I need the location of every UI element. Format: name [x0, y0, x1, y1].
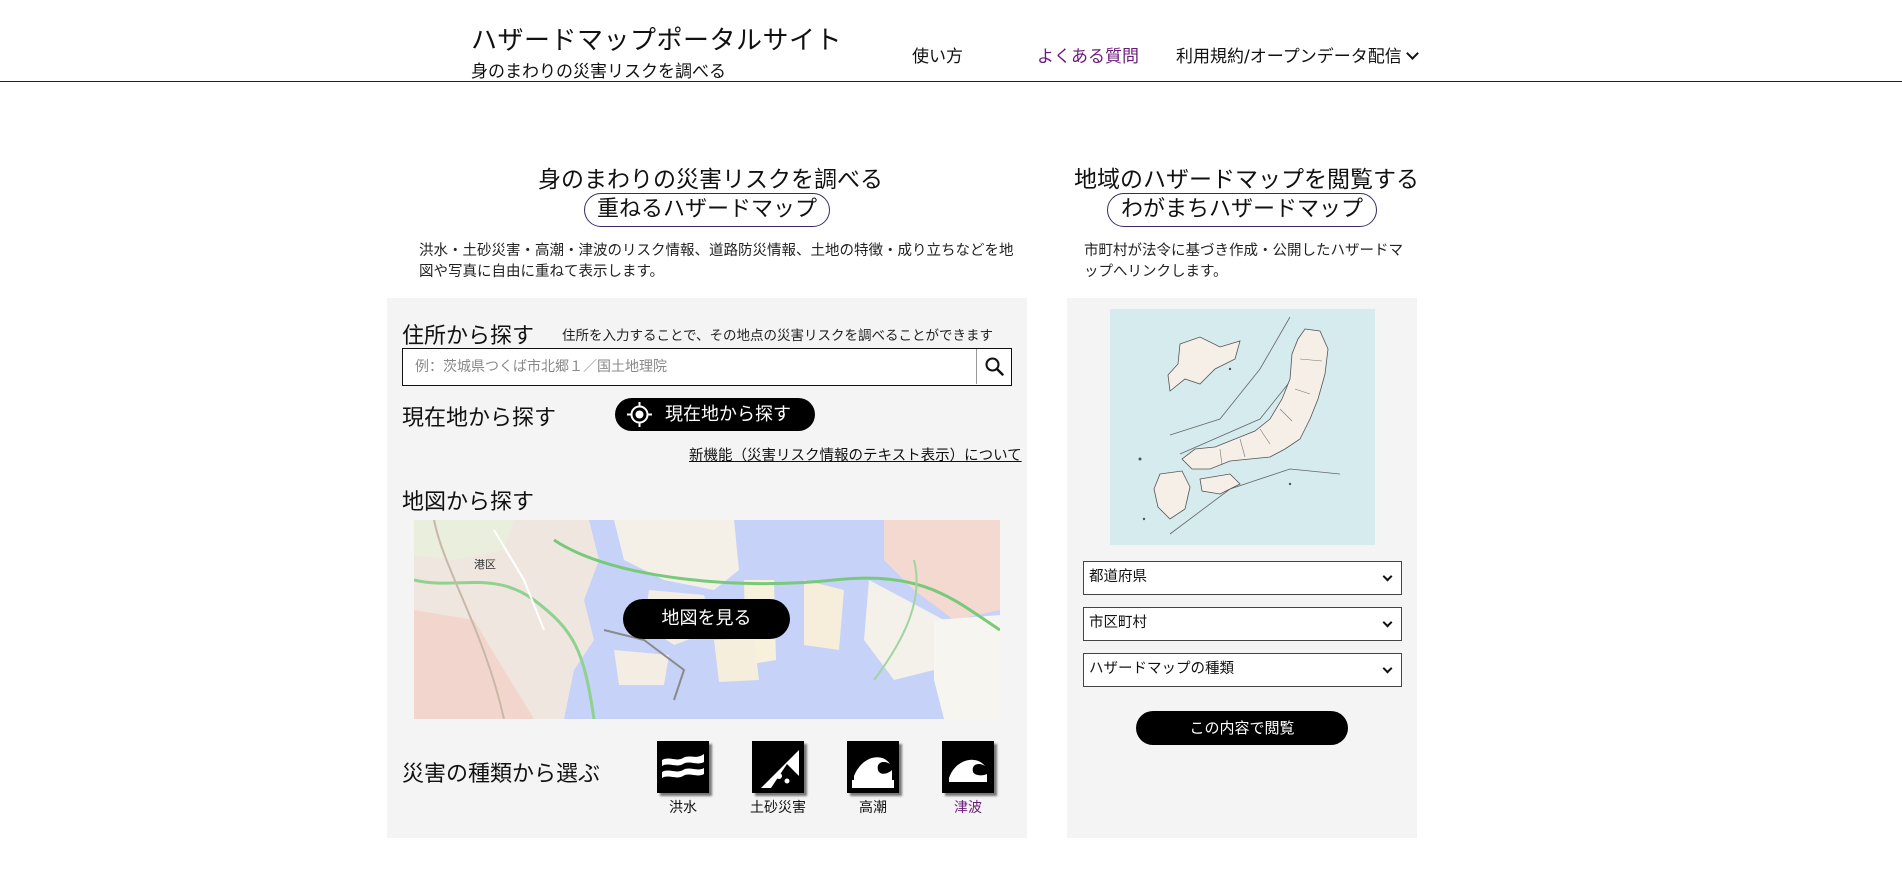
- hazard-storm-surge-label: 高潮: [859, 800, 887, 816]
- kasaneru-hazard-map-title[interactable]: 重ねるハザードマップ: [584, 193, 830, 227]
- left-description-line: 洪水・土砂災害・高潮・津波のリスク情報、道路防災情報、土地の特徴・成り立ちなどを…: [419, 243, 1014, 259]
- right-description-line: ップへリンクします。: [1084, 264, 1228, 280]
- chevron-down-icon: [1405, 47, 1419, 60]
- left-heading: 身のまわりの災害リスクを調べる: [538, 167, 883, 193]
- prefecture-select-value: 都道府県: [1089, 569, 1147, 585]
- hazard-tsunami-label: 津波: [954, 800, 982, 816]
- new-feature-link[interactable]: 新機能（災害リスク情報のテキスト表示）について: [689, 444, 1022, 465]
- left-description: 洪水・土砂災害・高潮・津波のリスク情報、道路防災情報、土地の特徴・成り立ちなどを…: [419, 241, 1014, 283]
- address-search-label: 住所から探す: [402, 324, 535, 349]
- address-search-hint: 住所を入力することで、その地点の災害リスクを調べることができます: [562, 328, 994, 344]
- view-map-button[interactable]: 地図を見る: [623, 599, 790, 639]
- current-location-button-label: 現在地から探す: [665, 404, 791, 425]
- current-location-label: 現在地から探す: [402, 406, 557, 431]
- address-search-box: [402, 348, 1012, 386]
- chevron-down-icon: [1382, 617, 1393, 628]
- nav-terms-label: 利用規約/オープンデータ配信: [1176, 47, 1402, 67]
- big-wave-icon: [852, 746, 894, 788]
- right-description: 市町村が法令に基づき作成・公開したハザードマ ップへリンクします。: [1084, 241, 1403, 283]
- left-description-line: 図や写真に自由に重ねて表示します。: [419, 264, 665, 280]
- address-search-input[interactable]: [403, 349, 977, 384]
- hazard-storm-surge[interactable]: 高潮: [843, 741, 903, 817]
- right-description-line: 市町村が法令に基づき作成・公開したハザードマ: [1084, 243, 1403, 259]
- site-title[interactable]: ハザードマップポータルサイト: [471, 20, 842, 57]
- tsunami-wave-icon: [947, 746, 989, 788]
- hazard-landslide[interactable]: 土砂災害: [748, 741, 808, 817]
- hazard-landslide-tile: [752, 741, 804, 793]
- hazard-type-label: 災害の種類から選ぶ: [402, 762, 601, 787]
- hazard-flood[interactable]: 洪水: [653, 741, 713, 817]
- hazard-landslide-label: 土砂災害: [750, 800, 806, 816]
- hazard-tsunami-tile: [942, 741, 994, 793]
- chevron-down-icon: [1382, 663, 1393, 674]
- municipality-select-value: 市区町村: [1089, 615, 1147, 631]
- browse-button[interactable]: この内容で閲覧: [1136, 711, 1348, 745]
- address-search-button[interactable]: [976, 349, 1011, 384]
- hazard-map-type-select[interactable]: ハザードマップの種類: [1083, 653, 1402, 687]
- right-heading: 地域のハザードマップを閲覧する: [1074, 167, 1419, 193]
- map-search-label: 地図から探す: [402, 490, 535, 515]
- japan-map-image: [1110, 309, 1375, 545]
- chevron-down-icon: [1382, 571, 1393, 582]
- magnifier-icon: [985, 357, 1004, 376]
- landslide-icon: [757, 746, 799, 788]
- hazard-map-type-select-value: ハザードマップの種類: [1089, 661, 1234, 677]
- hazard-tsunami[interactable]: 津波: [938, 741, 998, 817]
- wave-icon: [662, 746, 704, 788]
- japan-map[interactable]: [1110, 309, 1375, 545]
- municipality-select[interactable]: 市区町村: [1083, 607, 1402, 641]
- nav-terms[interactable]: 利用規約/オープンデータ配信: [1176, 42, 1419, 67]
- site-header: ハザードマップポータルサイト 身のまわりの災害リスクを調べる 使い方 よくある質…: [0, 0, 1902, 82]
- current-location-button[interactable]: 現在地から探す: [615, 398, 815, 431]
- nav-howto[interactable]: 使い方: [912, 42, 963, 67]
- nav-faq[interactable]: よくある質問: [1037, 42, 1139, 67]
- wagamachi-hazard-map-title[interactable]: わがまちハザードマップ: [1107, 193, 1377, 227]
- map-place-label: 港区: [474, 558, 496, 571]
- hazard-storm-surge-tile: [847, 741, 899, 793]
- crosshair-icon: [627, 402, 652, 427]
- hazard-flood-label: 洪水: [669, 800, 697, 816]
- hazard-flood-tile: [657, 741, 709, 793]
- site-subtitle: 身のまわりの災害リスクを調べる: [471, 62, 726, 82]
- prefecture-select[interactable]: 都道府県: [1083, 561, 1402, 595]
